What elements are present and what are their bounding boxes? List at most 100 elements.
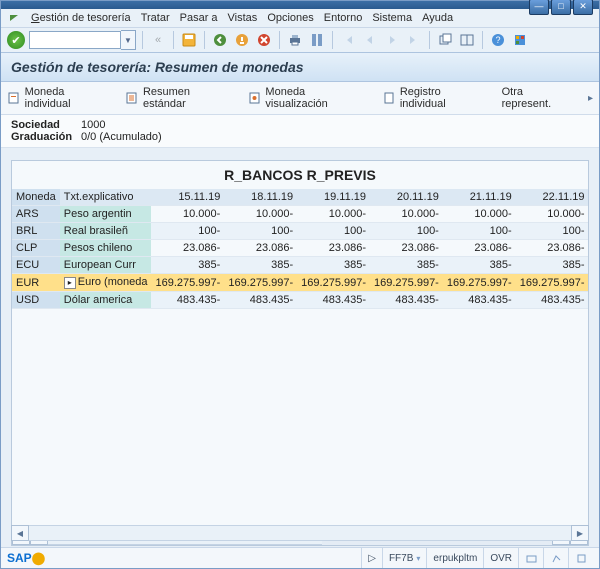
more-icon[interactable]: ▸ — [588, 93, 593, 104]
col-header[interactable]: 20.11.19 — [370, 189, 443, 206]
cell-value: 100- — [516, 223, 588, 240]
cell-value: 10.000- — [370, 206, 443, 223]
enter-button[interactable]: ✔ — [7, 31, 25, 49]
status-icon3[interactable] — [568, 548, 593, 568]
moneda-visualizacion-button[interactable]: Moneda visualización — [248, 86, 368, 110]
window-titlebar: — □ ✕ — [1, 1, 599, 9]
close-button[interactable]: ✕ — [573, 0, 593, 15]
cell-value: 100- — [224, 223, 297, 240]
sociedad-label: Sociedad — [11, 119, 81, 131]
table-row[interactable]: BRLReal brasileñ100-100-100-100-100-100-… — [12, 223, 588, 240]
separator — [429, 31, 430, 49]
print-icon[interactable] — [286, 31, 304, 49]
status-ovr: OVR — [483, 548, 518, 568]
table-row[interactable]: CLPPesos chileno23.086-23.086-23.086-23.… — [12, 240, 588, 257]
registro-individual-button[interactable]: Registro individual — [382, 86, 487, 110]
separator — [332, 31, 333, 49]
col-header[interactable]: 19.11.19 — [297, 189, 370, 206]
cell-value: 483.435- — [297, 292, 370, 309]
currency-table[interactable]: MonedaTxt.explicativo15.11.1918.11.1919.… — [12, 189, 588, 309]
cell-value: 169.275.997- — [297, 274, 370, 292]
cell-value: 385- — [443, 257, 516, 274]
graduacion-label: Graduación — [11, 131, 81, 143]
table-row[interactable]: ARSPeso argentin10.000-10.000-10.000-10.… — [12, 206, 588, 223]
cell-value: 483.435- — [370, 292, 443, 309]
currency-code: USD — [12, 292, 60, 309]
cell-value: 385- — [370, 257, 443, 274]
cell-value: 10.000- — [443, 206, 516, 223]
separator — [173, 31, 174, 49]
menu-pasar-a[interactable]: Pasar a — [180, 12, 218, 24]
currency-code: ARS — [12, 206, 60, 223]
otra-represent-button[interactable]: Otra represent. — [502, 86, 574, 110]
menu-ayuda[interactable]: Ayuda — [422, 12, 453, 24]
col-header[interactable]: Txt.explicativo — [60, 189, 152, 206]
maximize-button[interactable]: □ — [551, 0, 571, 15]
content-h-scrollbar[interactable]: ◀ ▶ — [11, 525, 589, 541]
cell-value: 23.086- — [370, 240, 443, 257]
currency-code: EUR — [12, 274, 60, 292]
cell-value: 169.275.997- — [516, 274, 588, 292]
save-icon[interactable] — [180, 31, 198, 49]
page-icon — [382, 91, 396, 105]
back-icon[interactable] — [211, 31, 229, 49]
menu-bar: GGestión de tesoreríaestión de tesorería… — [1, 9, 599, 28]
first-page-icon — [339, 31, 357, 49]
cell-value: 385- — [516, 257, 588, 274]
resumen-estandar-label: Resumen estándar — [143, 86, 234, 110]
exit-icon[interactable] — [233, 31, 251, 49]
next-page-icon — [383, 31, 401, 49]
help-icon[interactable]: ? — [489, 31, 507, 49]
table-row[interactable]: USDDólar america483.435-483.435-483.435-… — [12, 292, 588, 309]
outer-scroll-right-icon[interactable]: ▶ — [571, 525, 589, 541]
svg-text:?: ? — [495, 35, 500, 45]
resumen-estandar-button[interactable]: Resumen estándar — [125, 86, 233, 110]
status-system: erpukpltm — [426, 548, 483, 568]
menu-sistema[interactable]: Sistema — [372, 12, 412, 24]
cell-value: 169.275.997- — [443, 274, 516, 292]
cell-value: 100- — [151, 223, 224, 240]
last-page-icon — [405, 31, 423, 49]
command-input[interactable] — [29, 31, 121, 49]
col-header[interactable]: 21.11.19 — [443, 189, 516, 206]
currency-text: Peso argentin — [60, 206, 152, 223]
cell-value: 385- — [151, 257, 224, 274]
cell-value: 10.000- — [224, 206, 297, 223]
col-header[interactable]: 15.11.19 — [151, 189, 224, 206]
layout-icon[interactable] — [458, 31, 476, 49]
customize-icon[interactable] — [511, 31, 529, 49]
menu-vistas[interactable]: Vistas — [228, 12, 258, 24]
application-toolbar: ✔ ▼ « ? — [1, 28, 599, 53]
command-dropdown-icon[interactable]: ▼ — [121, 30, 136, 50]
outer-scroll-left-icon[interactable]: ◀ — [11, 525, 29, 541]
table-row[interactable]: EUR▸Euro (moneda169.275.997-169.275.997-… — [12, 274, 588, 292]
new-session-icon[interactable] — [436, 31, 454, 49]
currency-grid: R_BANCOS R_PREVIS MonedaTxt.explicativo1… — [11, 160, 589, 546]
status-icon2[interactable] — [543, 548, 568, 568]
cancel-icon[interactable] — [255, 31, 273, 49]
menu-gestion-tesoreria[interactable]: GGestión de tesoreríaestión de tesorería — [31, 12, 131, 24]
minimize-button[interactable]: — — [529, 0, 549, 15]
status-icon1[interactable] — [518, 548, 543, 568]
find-icon[interactable] — [308, 31, 326, 49]
table-row[interactable]: ECUEuropean Curr385-385-385-385-385-385-… — [12, 257, 588, 274]
col-header[interactable]: 22.11.19 — [516, 189, 588, 206]
col-header[interactable]: Moneda — [12, 189, 60, 206]
doc-icon — [7, 91, 21, 105]
expand-icon[interactable]: ▸ — [64, 277, 76, 289]
currency-text: ▸Euro (moneda — [60, 274, 152, 292]
cell-value: 10.000- — [516, 206, 588, 223]
menu-opciones[interactable]: Opciones — [267, 12, 313, 24]
menu-tratar[interactable]: Tratar — [141, 12, 170, 24]
separator — [204, 31, 205, 49]
status-nav[interactable]: ▷ — [361, 548, 382, 568]
currency-text: European Curr — [60, 257, 152, 274]
cell-value: 23.086- — [443, 240, 516, 257]
cell-value: 483.435- — [151, 292, 224, 309]
command-field[interactable]: ▼ — [29, 30, 136, 50]
moneda-individual-button[interactable]: Moneda individual — [7, 86, 111, 110]
col-header[interactable]: 18.11.19 — [224, 189, 297, 206]
cell-value: 169.275.997- — [370, 274, 443, 292]
cell-value: 23.086- — [151, 240, 224, 257]
menu-entorno[interactable]: Entorno — [324, 12, 363, 24]
